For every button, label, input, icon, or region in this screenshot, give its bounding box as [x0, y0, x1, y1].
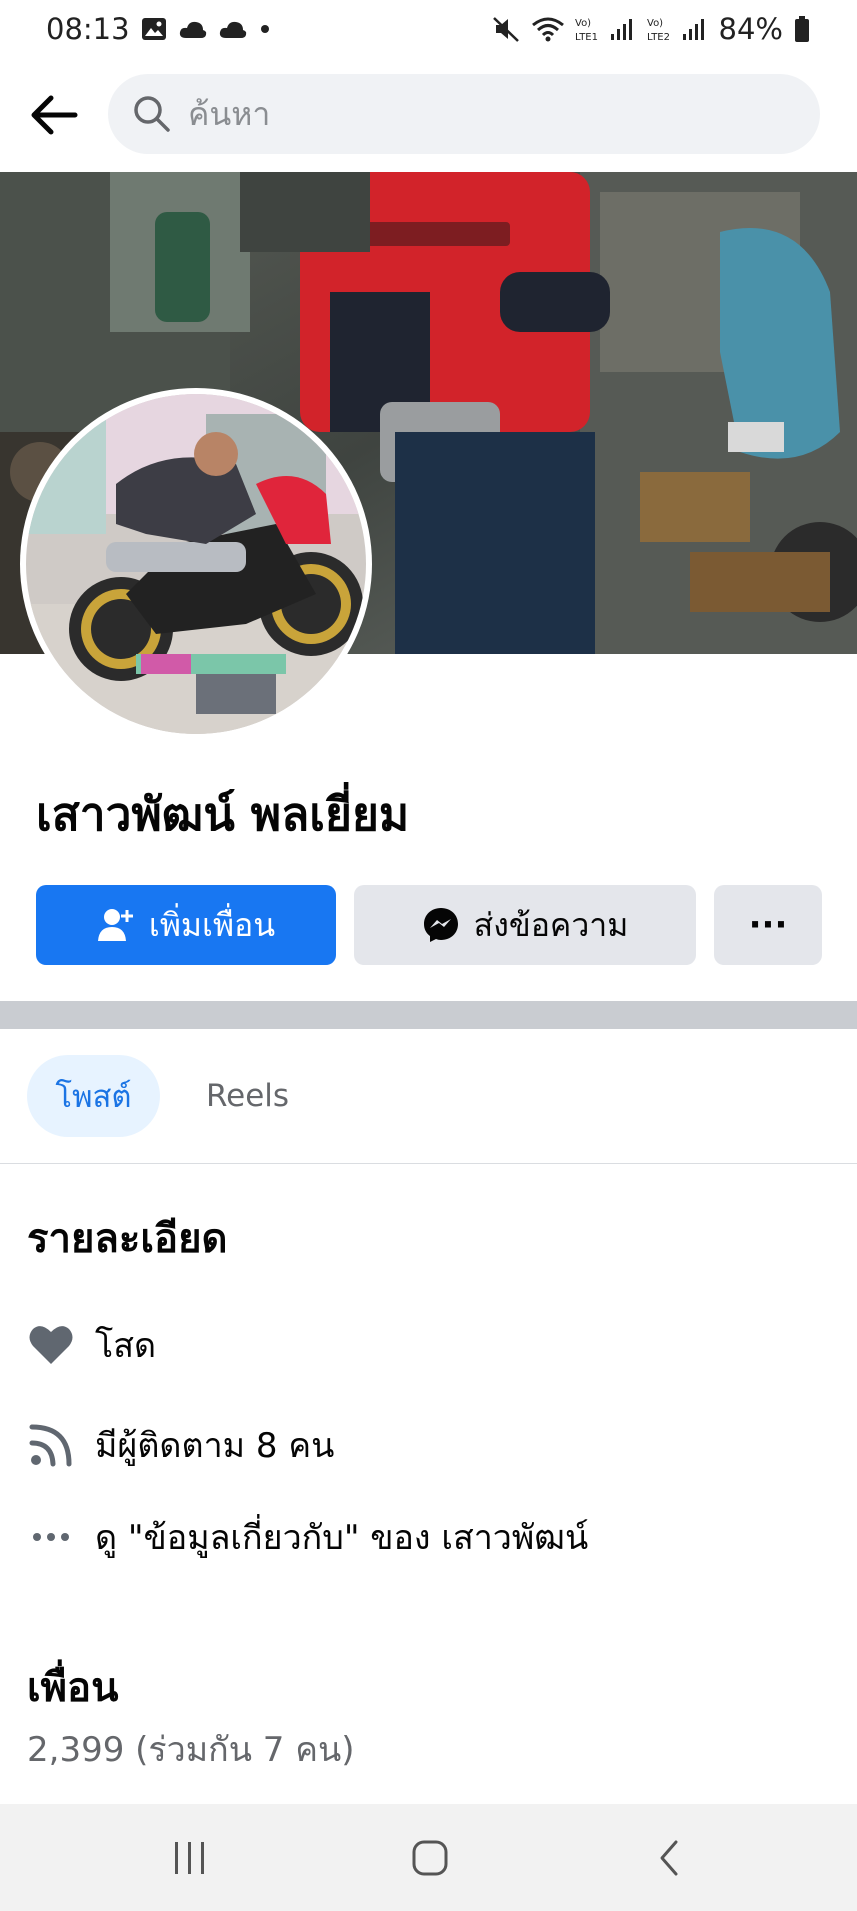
- message-button[interactable]: ส่งข้อความ: [354, 885, 696, 965]
- detail-relationship-text: โสด: [95, 1326, 157, 1366]
- detail-relationship: โสด: [27, 1318, 156, 1372]
- status-bar-left: 08:13: [46, 12, 272, 46]
- notification-dot-icon: [258, 22, 272, 36]
- mute-icon: [491, 14, 521, 44]
- recent-apps-button[interactable]: [130, 1804, 250, 1911]
- detail-followers: มีผู้ติดตาม 8 คน: [27, 1418, 334, 1472]
- gallery-notification-icon: [140, 15, 168, 43]
- sim1-label: LTE1: [575, 32, 598, 43]
- add-friend-label: เพิ่มเพื่อน: [148, 905, 276, 944]
- top-bar: [0, 70, 857, 160]
- messenger-icon: [423, 908, 458, 942]
- heart-icon: [27, 1324, 75, 1366]
- details-title: รายละเอียด: [27, 1216, 228, 1262]
- status-bar-right: Vo) LTE1 Vo) LTE2 84%: [491, 12, 811, 46]
- profile-picture-image: [26, 394, 366, 734]
- home-button[interactable]: [370, 1804, 490, 1911]
- cloud-notification-icon-2: [218, 18, 248, 40]
- signal-lte1-icon: Vo) LTE1: [575, 14, 637, 44]
- status-time: 08:13: [46, 12, 130, 46]
- add-friend-button[interactable]: เพิ่มเพื่อน: [36, 885, 336, 965]
- system-back-button[interactable]: [610, 1804, 730, 1911]
- home-icon: [412, 1840, 448, 1875]
- status-bar: 08:13 Vo) LTE1 Vo) LTE2 84%: [0, 0, 857, 58]
- detail-about-link[interactable]: ดู "ข้อมูลเกี่ยวกับ" ของ เสาวพัฒน์: [27, 1510, 588, 1564]
- section-divider: [0, 1001, 857, 1029]
- message-label: ส่งข้อความ: [473, 905, 629, 944]
- profile-avatar[interactable]: [20, 388, 372, 740]
- sim2-label: LTE2: [647, 32, 670, 43]
- back-arrow-icon: [31, 95, 78, 135]
- tabs-divider: [0, 1163, 857, 1164]
- svg-text:Vo): Vo): [647, 18, 663, 29]
- profile-tabs: โพสต์ Reels: [0, 1055, 857, 1137]
- more-options-button[interactable]: ···: [714, 885, 822, 965]
- profile-actions: เพิ่มเพื่อน ส่งข้อความ ···: [36, 885, 822, 965]
- search-input[interactable]: [186, 94, 790, 134]
- detail-about-text[interactable]: ดู "ข้อมูลเกี่ยวกับ" ของ เสาวพัฒน์: [95, 1510, 588, 1564]
- tab-posts[interactable]: โพสต์: [27, 1055, 160, 1137]
- system-nav-bar: [0, 1804, 857, 1911]
- tab-reels[interactable]: Reels: [190, 1055, 305, 1137]
- profile-name: เสาวพัฒน์ พลเยี่ยม: [36, 787, 410, 841]
- signal-lte2-icon: Vo) LTE2: [647, 14, 709, 44]
- chevron-left-icon: [660, 1840, 678, 1875]
- friends-count: 2,399 (ร่วมกัน 7 คน): [27, 1730, 355, 1770]
- recent-apps-icon: [175, 1841, 204, 1874]
- battery-icon: [793, 15, 811, 43]
- more-options-icon: ···: [748, 905, 788, 945]
- battery-percent: 84%: [718, 12, 783, 46]
- more-dots-icon: [27, 1531, 75, 1543]
- cloud-notification-icon: [178, 18, 208, 40]
- search-bar[interactable]: [108, 74, 820, 154]
- wifi-icon: [531, 15, 565, 43]
- detail-followers-text: มีผู้ติดตาม 8 คน: [95, 1426, 335, 1466]
- friends-title: เพื่อน: [27, 1665, 119, 1711]
- back-button[interactable]: [26, 90, 82, 140]
- svg-text:Vo): Vo): [575, 18, 591, 29]
- rss-followers-icon: [27, 1423, 75, 1467]
- add-friend-icon: [97, 909, 133, 941]
- search-icon: [132, 94, 172, 134]
